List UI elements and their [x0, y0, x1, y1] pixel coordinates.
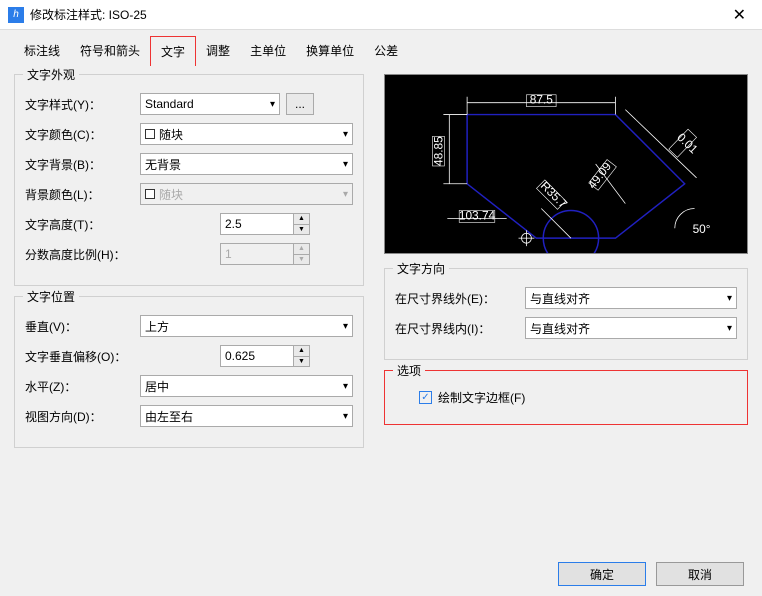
color-swatch-icon: [145, 189, 155, 199]
group-title-position: 文字位置: [23, 288, 79, 305]
chevron-down-icon: ▾: [343, 381, 348, 392]
group-options: 选项 ✓ 绘制文字边框(F): [384, 370, 748, 425]
select-text-color[interactable]: 随块▾: [140, 123, 353, 145]
label-draw-frame: 绘制文字边框(F): [438, 389, 525, 406]
spin-down-icon: ▼: [293, 225, 309, 235]
label-text-style: 文字样式(Y)：: [25, 96, 140, 113]
titlebar: h 修改标注样式: ISO-25 ✕: [0, 0, 762, 30]
label-horizontal: 水平(Z)：: [25, 378, 140, 395]
label-text-height: 文字高度(T)：: [25, 216, 220, 233]
select-vertical[interactable]: 上方▾: [140, 315, 353, 337]
select-view-direction[interactable]: 由左至右▾: [140, 405, 353, 427]
input-vert-offset[interactable]: 0.625▲▼: [220, 345, 310, 367]
select-text-style[interactable]: Standard▾: [140, 93, 280, 115]
select-outside-ext[interactable]: 与直线对齐▾: [525, 287, 737, 309]
label-view-direction: 视图方向(D)：: [25, 408, 140, 425]
preview-pane: 87.5 48.85 0.01 R35.7 49.09 50° 103: [384, 74, 748, 254]
tab-dimline[interactable]: 标注线: [14, 36, 70, 66]
close-button[interactable]: ✕: [725, 5, 754, 25]
label-outside-ext: 在尺寸界线外(E)：: [395, 290, 525, 307]
label-bg-color: 背景颜色(L)：: [25, 186, 140, 203]
svg-text:48.85: 48.85: [431, 136, 445, 166]
group-title-direction: 文字方向: [393, 260, 449, 277]
tab-alt[interactable]: 换算单位: [296, 36, 364, 66]
svg-text:103.74: 103.74: [459, 208, 496, 222]
tab-text[interactable]: 文字: [150, 36, 196, 66]
svg-text:50°: 50°: [693, 222, 711, 236]
chevron-down-icon: ▾: [727, 323, 732, 334]
select-inside-ext[interactable]: 与直线对齐▾: [525, 317, 737, 339]
spin-down-icon: ▼: [293, 357, 309, 367]
input-frac-scale: 1▲▼: [220, 243, 310, 265]
spinner[interactable]: ▲▼: [293, 214, 309, 234]
tab-tol[interactable]: 公差: [364, 36, 408, 66]
label-frac-scale: 分数高度比例(H)：: [25, 246, 220, 263]
chevron-down-icon: ▾: [343, 159, 348, 170]
group-position: 文字位置 垂直(V)： 上方▾ 文字垂直偏移(O)： 0.625▲▼ 水平(Z)…: [14, 296, 364, 448]
select-text-bg[interactable]: 无背景▾: [140, 153, 353, 175]
chevron-down-icon: ▾: [343, 189, 348, 200]
window-title: 修改标注样式: ISO-25: [30, 6, 725, 23]
footer: 确定 取消: [558, 562, 744, 586]
checkbox-draw-frame[interactable]: ✓: [419, 391, 432, 404]
label-vertical: 垂直(V)：: [25, 318, 140, 335]
cancel-button[interactable]: 取消: [656, 562, 744, 586]
group-direction: 文字方向 在尺寸界线外(E)： 与直线对齐▾ 在尺寸界线内(I)： 与直线对齐▾: [384, 268, 748, 360]
spin-up-icon: ▲: [293, 346, 309, 357]
spinner[interactable]: ▲▼: [293, 346, 309, 366]
chevron-down-icon: ▾: [343, 321, 348, 332]
label-inside-ext: 在尺寸界线内(I)：: [395, 320, 525, 337]
spin-up-icon: ▲: [293, 214, 309, 225]
group-title-appearance: 文字外观: [23, 66, 79, 83]
select-bg-color: 随块▾: [140, 183, 353, 205]
spin-up-icon: ▲: [293, 244, 309, 255]
input-text-height[interactable]: 2.5▲▼: [220, 213, 310, 235]
tab-arrows[interactable]: 符号和箭头: [70, 36, 150, 66]
chevron-down-icon: ▾: [727, 293, 732, 304]
select-horizontal[interactable]: 居中▾: [140, 375, 353, 397]
spin-down-icon: ▼: [293, 255, 309, 265]
color-swatch-icon: [145, 129, 155, 139]
ok-button[interactable]: 确定: [558, 562, 646, 586]
content: 文字外观 文字样式(Y)： Standard▾ ... 文字颜色(C)： 随块▾…: [0, 66, 762, 472]
label-text-color: 文字颜色(C)：: [25, 126, 140, 143]
browse-style-button[interactable]: ...: [286, 93, 314, 115]
tab-primary[interactable]: 主单位: [240, 36, 296, 66]
group-title-options: 选项: [393, 362, 425, 379]
svg-text:87.5: 87.5: [530, 93, 553, 107]
group-appearance: 文字外观 文字样式(Y)： Standard▾ ... 文字颜色(C)： 随块▾…: [14, 74, 364, 286]
chevron-down-icon: ▾: [270, 99, 275, 110]
label-text-bg: 文字背景(B)：: [25, 156, 140, 173]
chevron-down-icon: ▾: [343, 411, 348, 422]
app-icon: h: [8, 7, 24, 23]
tab-bar: 标注线 符号和箭头 文字 调整 主单位 换算单位 公差: [0, 30, 762, 66]
svg-text:0.01: 0.01: [674, 130, 701, 156]
label-vert-offset: 文字垂直偏移(O)：: [25, 348, 220, 365]
tab-fit[interactable]: 调整: [196, 36, 240, 66]
chevron-down-icon: ▾: [343, 129, 348, 140]
